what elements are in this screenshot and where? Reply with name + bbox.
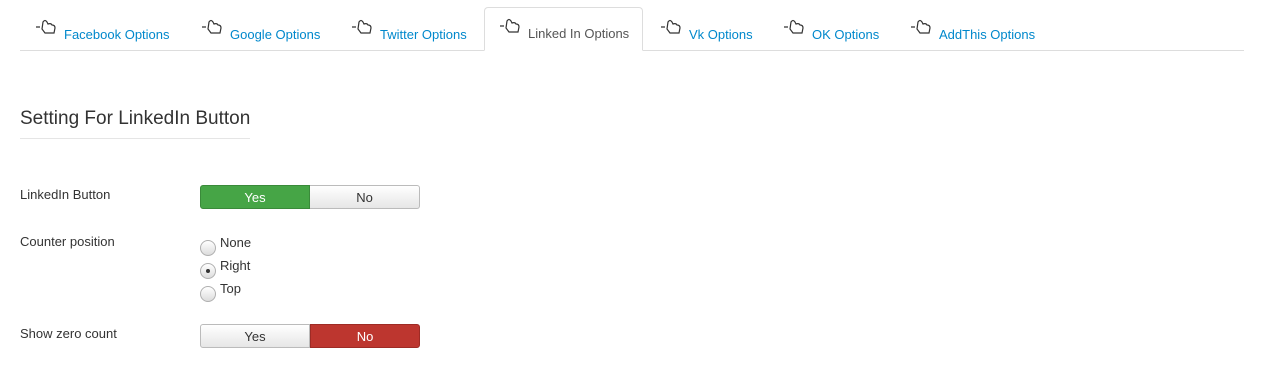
options-tabs: Facebook Options Google Options Twitter … bbox=[20, 7, 1244, 51]
tab-label: OK Options bbox=[812, 26, 880, 42]
tab-label: Facebook Options bbox=[64, 26, 170, 42]
hand-pointer-icon bbox=[659, 18, 685, 36]
tab-addthis-options[interactable]: AddThis Options bbox=[895, 7, 1041, 51]
linkedin-button-yes[interactable]: Yes bbox=[200, 185, 310, 209]
radio-top[interactable] bbox=[200, 286, 216, 302]
linkedin-button-no[interactable]: No bbox=[310, 185, 420, 209]
tab-ok-options[interactable]: OK Options bbox=[768, 7, 893, 51]
show-zero-count-yes[interactable]: Yes bbox=[200, 324, 310, 348]
tab-label: Twitter Options bbox=[380, 26, 467, 42]
tab-label: AddThis Options bbox=[939, 26, 1036, 42]
tab-vk-options[interactable]: Vk Options bbox=[645, 7, 766, 51]
hand-pointer-icon bbox=[350, 18, 376, 36]
counter-position-label: Counter position bbox=[20, 234, 115, 249]
show-zero-count-label: Show zero count bbox=[20, 326, 117, 341]
hand-pointer-icon bbox=[34, 18, 60, 36]
tab-label: Linked In Options bbox=[528, 26, 630, 41]
counter-option-right[interactable]: Right bbox=[200, 257, 251, 279]
linkedin-button-label: LinkedIn Button bbox=[20, 187, 111, 202]
hand-pointer-icon bbox=[200, 18, 226, 36]
radio-label-none: None bbox=[220, 234, 252, 250]
tab-twitter-options[interactable]: Twitter Options bbox=[336, 7, 482, 51]
counter-option-top[interactable]: Top bbox=[200, 280, 241, 302]
linkedin-button-toggle: Yes No bbox=[200, 185, 420, 209]
tab-google-options[interactable]: Google Options bbox=[186, 7, 334, 51]
tab-label: Vk Options bbox=[689, 26, 753, 42]
radio-none[interactable] bbox=[200, 240, 216, 256]
radio-label-right: Right bbox=[220, 257, 251, 273]
section-title: Setting For LinkedIn Button bbox=[20, 108, 251, 139]
tab-label: Google Options bbox=[230, 26, 321, 42]
hand-pointer-icon bbox=[498, 17, 524, 35]
counter-option-none[interactable]: None bbox=[200, 234, 252, 256]
tab-facebook-options[interactable]: Facebook Options bbox=[20, 7, 184, 51]
radio-label-top: Top bbox=[220, 280, 241, 296]
radio-right[interactable] bbox=[200, 263, 216, 279]
hand-pointer-icon bbox=[782, 18, 808, 36]
show-zero-count-no[interactable]: No bbox=[310, 324, 420, 348]
show-zero-count-toggle: Yes No bbox=[200, 324, 420, 348]
tab-linkedin-options[interactable]: Linked In Options bbox=[484, 7, 643, 51]
hand-pointer-icon bbox=[909, 18, 935, 36]
